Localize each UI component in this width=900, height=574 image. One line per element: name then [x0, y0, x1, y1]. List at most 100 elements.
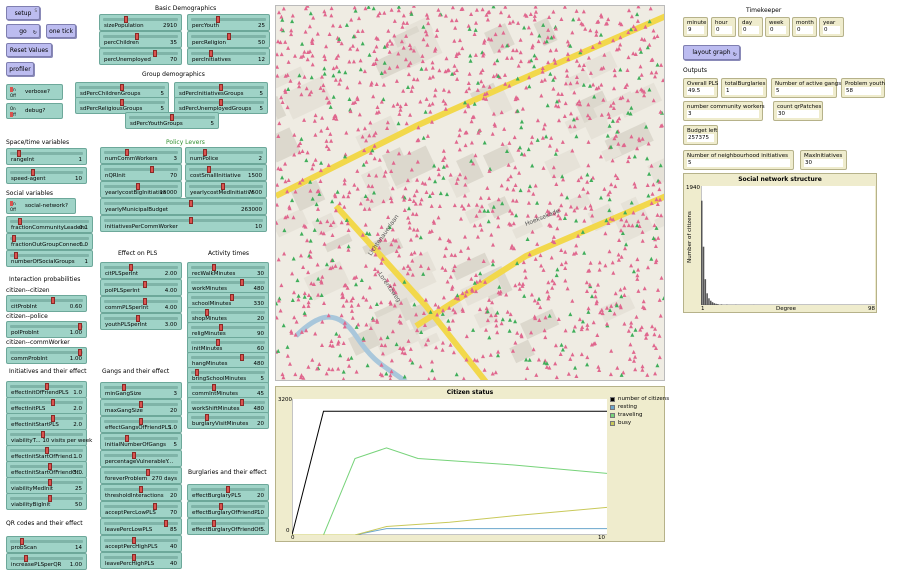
slider-handle[interactable] — [215, 339, 220, 346]
slider-rangeint[interactable]: rangeInt 1 — [6, 148, 87, 165]
verbose-switch[interactable]: OnOff verbose? — [6, 84, 63, 100]
slider-handle[interactable] — [226, 486, 230, 493]
slider-acceptperchighpls[interactable]: acceptPercHighPLS 40 — [100, 535, 182, 552]
slider-track[interactable] — [191, 401, 265, 404]
slider-handle[interactable] — [212, 384, 216, 391]
slider-track[interactable] — [104, 185, 178, 188]
slider-handle[interactable] — [149, 166, 154, 173]
slider-handle[interactable] — [139, 486, 143, 493]
slider-handle[interactable] — [16, 150, 21, 157]
slider-handle[interactable] — [47, 463, 52, 470]
slider-handle[interactable] — [139, 418, 143, 425]
layout-graph-button[interactable]: layout graph ↻ — [683, 45, 740, 60]
slider-nqrinit[interactable]: nQRInit 70 — [100, 164, 182, 181]
slider-track[interactable] — [191, 296, 265, 299]
slider-effectburglaryoffriendp-[interactable]: effectBurglaryOfFriendP... 10 — [187, 501, 269, 518]
slider-numpolice[interactable]: numPolice 2 — [185, 147, 267, 164]
slider-effectinitoffriendpls[interactable]: effectInitOfFriendPLS 1.0 — [6, 381, 87, 398]
slider-handle[interactable] — [132, 537, 136, 544]
slider-track[interactable] — [191, 505, 265, 508]
slider-citplsperint[interactable]: citPLSperInt 2.00 — [100, 262, 182, 279]
slider-percunemployed[interactable]: percUnemployed 70 — [99, 48, 182, 65]
slider-handle[interactable] — [219, 324, 223, 331]
slider-handle[interactable] — [41, 431, 46, 438]
slider-leaveperchighpls[interactable]: leavePercHighPLS 40 — [100, 552, 182, 569]
slider-track[interactable] — [104, 266, 178, 269]
slider-handle[interactable] — [30, 169, 35, 176]
slider-track[interactable] — [191, 52, 266, 55]
slider-handle[interactable] — [135, 315, 140, 322]
slider-handle[interactable] — [194, 369, 199, 376]
slider-handle[interactable] — [240, 279, 244, 286]
slider-handle[interactable] — [153, 503, 157, 510]
slider-maxgangsize[interactable]: maxGangSize 20 — [100, 399, 182, 416]
slider-handle[interactable] — [47, 495, 52, 502]
slider-track[interactable] — [104, 556, 178, 559]
slider-probscan[interactable]: probScan 14 — [6, 536, 87, 553]
slider-commplsperint[interactable]: commPLSperInt 4.00 — [100, 296, 182, 313]
slider-track[interactable] — [10, 481, 83, 484]
slider-handle[interactable] — [47, 479, 52, 486]
slider-track[interactable] — [104, 317, 178, 320]
slider-track[interactable] — [191, 416, 265, 419]
one-tick-button[interactable]: one tick — [46, 24, 76, 38]
slider-handle[interactable] — [23, 555, 28, 562]
slider-mingangsize[interactable]: minGangSize 3 — [100, 382, 182, 399]
slider-track[interactable] — [10, 254, 89, 257]
slider-handle[interactable] — [205, 309, 209, 316]
slider-percinitiatives[interactable]: percInitiatives 12 — [187, 48, 270, 65]
slider-handle[interactable] — [120, 84, 124, 91]
slider-handle[interactable] — [170, 114, 174, 121]
slider-handle[interactable] — [20, 538, 25, 545]
setup-button[interactable]: setup S — [6, 6, 40, 20]
slider-handle[interactable] — [229, 294, 234, 301]
slider-increaseplsperqr[interactable]: increasePLSperQR 1.00 — [6, 553, 87, 570]
slider-effectinitstartoffriendof-[interactable]: effectInitStartOfFriendOf... 5.0 — [6, 461, 87, 478]
slider-polplsperint[interactable]: polPLSperInt 4.00 — [100, 279, 182, 296]
slider-yearlymunicipalbudget[interactable]: yearlyMunicipalBudget 263000 — [100, 198, 267, 215]
slider-handle[interactable] — [152, 50, 157, 57]
slider-track[interactable] — [10, 220, 89, 223]
slider-polprobint[interactable]: polProbInt 1.00 — [6, 321, 87, 338]
slider-thresholdinteractions[interactable]: thresholdInteractions 20 — [100, 484, 182, 501]
slider-track[interactable] — [191, 281, 265, 284]
slider-track[interactable] — [191, 371, 265, 374]
slider-handle[interactable] — [44, 383, 49, 390]
slider-effectinitpls[interactable]: effectInitPLS 2.0 — [6, 397, 87, 414]
slider-yearlycostbiginitiative[interactable]: yearlycostBigInitiative 15000 — [100, 181, 182, 198]
slider-track[interactable] — [104, 283, 178, 286]
slider-track[interactable] — [191, 266, 265, 269]
slider-handle[interactable] — [11, 235, 16, 242]
slider-fractioncommunityleaders[interactable]: fractionCommunityLeaders 0.1 — [6, 216, 93, 233]
slider-handle[interactable] — [121, 384, 126, 391]
slider-track[interactable] — [10, 152, 83, 155]
slider-effectinitstartpls[interactable]: effectInitStartPLS 2.0 — [6, 413, 87, 430]
reset-values-button[interactable]: Reset Values — [6, 43, 52, 57]
slider-leaveperclowpls[interactable]: leavePercLowPLS 85 — [100, 518, 182, 535]
slider-handle[interactable] — [208, 50, 213, 57]
slider-track[interactable] — [104, 202, 263, 205]
slider-handle[interactable] — [77, 349, 82, 356]
slider-handle[interactable] — [51, 415, 56, 422]
slider-track[interactable] — [10, 497, 83, 500]
slider-initiativespercommworker[interactable]: initiativesPerCommWorker 10 — [100, 215, 267, 232]
slider-commprobint[interactable]: commProbInt 1.00 — [6, 347, 87, 364]
slider-percreligion[interactable]: percReligion 50 — [187, 31, 270, 48]
slider-sizepopulation[interactable]: sizePopulation 2910 — [99, 14, 182, 31]
slider-handle[interactable] — [215, 16, 220, 23]
social-network-switch[interactable]: OnOff social-network? — [6, 198, 76, 214]
slider-track[interactable] — [10, 557, 83, 560]
slider-numcommworkers[interactable]: numCommWorkers 3 — [100, 147, 182, 164]
slider-track[interactable] — [10, 417, 83, 420]
slider-acceptperclowpls[interactable]: acceptPercLowPLS 70 — [100, 501, 182, 518]
slider-track[interactable] — [191, 386, 265, 389]
slider-effectinitstartoffriend-[interactable]: effectInitStartOfFriend... 1.0 — [6, 445, 87, 462]
slider-track[interactable] — [191, 326, 265, 329]
slider-track[interactable] — [10, 237, 89, 240]
slider-handle[interactable] — [124, 16, 129, 23]
slider-track[interactable] — [10, 171, 83, 174]
slider-track[interactable] — [103, 18, 178, 21]
slider-handle[interactable] — [212, 264, 216, 271]
slider-initialnumberofgangs[interactable]: initialNumberOfGangs 5 — [100, 433, 182, 450]
slider-track[interactable] — [10, 465, 83, 468]
